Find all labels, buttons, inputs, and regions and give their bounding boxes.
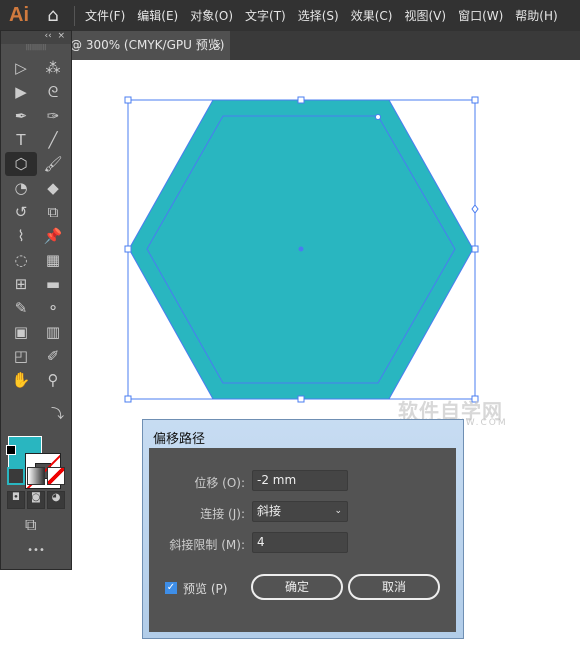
menu-help[interactable]: 帮助(H) [515,7,557,24]
gradient-icon[interactable] [27,467,45,485]
symbol-sprayer-tool-icon[interactable]: ▣ [5,320,37,344]
eyedropper-tool-icon[interactable]: ✎ [5,296,37,320]
joins-value: 斜接 [257,504,282,518]
close-icon[interactable]: × [213,31,222,60]
magic-wand-tool-icon[interactable]: ⁂ [37,56,69,80]
puppet-warp-tool-icon[interactable]: ⌇ [5,224,37,248]
type-tool-icon[interactable]: T [5,128,37,152]
document-tab[interactable]: @ 300% (CMYK/GPU 预览) × [64,31,230,60]
center-point [298,246,304,252]
swap-icon[interactable]: ⤵ [51,403,64,422]
app-logo: Ai [9,4,29,26]
miter-limit-input[interactable]: 4 [252,532,348,553]
draw-behind-icon[interactable]: ◙ [27,491,45,509]
curvature-tool-icon[interactable]: ✑ [37,104,69,128]
menu-effect[interactable]: 效果(C) [351,7,393,24]
menu-window[interactable]: 窗口(W) [458,7,503,24]
direct-selection-tool-icon[interactable]: ▶ [5,80,37,104]
grip-handle[interactable]: |||||||||| [1,44,71,54]
color-mode-row [7,467,65,485]
menu-view[interactable]: 视图(V) [404,7,446,24]
perspective-grid-tool-icon[interactable]: ▦ [37,248,69,272]
miter-label: 斜接限制 (M): [169,538,245,552]
menu-bar: Ai ⌂ 文件(F) 编辑(E) 对象(O) 文字(T) 选择(S) 效果(C)… [0,0,580,31]
hand-tool-icon[interactable]: ✋ [5,368,37,392]
collapse-icon[interactable]: ‹‹ [45,31,52,41]
none-icon[interactable] [47,467,65,485]
home-icon[interactable]: ⌂ [38,5,68,26]
offset-label: 位移 (O): [194,476,245,490]
cancel-button[interactable]: 取消 [348,574,440,600]
preview-checkbox[interactable]: ✓ [165,582,177,594]
divider [74,5,75,26]
draw-inside-icon[interactable]: ◕ [47,491,65,509]
menu-edit[interactable]: 编辑(E) [137,7,178,24]
gradient-tool-icon[interactable]: ▬ [37,272,69,296]
shaper-tool-icon[interactable]: ◔ [5,176,37,200]
line-tool-icon[interactable]: ╱ [37,128,69,152]
polygon-tool-icon[interactable]: ⬡ [5,152,37,176]
column-graph-tool-icon[interactable]: ▥ [37,320,69,344]
menu-select[interactable]: 选择(S) [298,7,339,24]
pen-tool-icon[interactable]: ✒ [5,104,37,128]
menu-type[interactable]: 文字(T) [245,7,286,24]
panel-header: ‹‹ × [1,31,71,44]
slice-tool-icon[interactable]: ✐ [37,344,69,368]
ok-button[interactable]: 确定 [251,574,343,600]
zoom-tool-icon[interactable]: ⚲ [37,368,69,392]
lasso-tool-icon[interactable]: ᘓ [37,80,69,104]
default-colors-icon[interactable] [6,445,16,455]
joins-select[interactable]: 斜接 ⌄ [252,501,348,522]
dialog-title: 偏移路径 [153,432,206,447]
menu-file[interactable]: 文件(F) [85,7,125,24]
offset-input[interactable]: -2 mm [252,470,348,491]
screen-mode-icon[interactable]: ⧉ [25,515,36,535]
preview-label: 预览 (P) [183,582,228,596]
document-tab-bar: @ 300% (CMYK/GPU 预览) × [0,31,580,60]
tab-title: @ 300% (CMYK/GPU 预览) [70,38,225,52]
shape-builder-tool-icon[interactable]: ◌ [5,248,37,272]
close-icon[interactable]: × [57,31,65,41]
offset-path-dialog: 偏移路径 位移 (O): -2 mm 连接 (J): 斜接 ⌄ 斜接限制 (M):… [142,419,464,639]
paintbrush-tool-icon[interactable]: 🖌 [37,152,69,176]
menu-object[interactable]: 对象(O) [190,7,233,24]
pin-tool-icon[interactable]: 📌 [37,224,69,248]
more-tools-icon[interactable]: ••• [1,545,71,556]
color-icon[interactable] [7,467,25,485]
joins-label: 连接 (J): [200,507,245,521]
eraser-tool-icon[interactable]: ◆ [37,176,69,200]
tools-panel: ‹‹ × |||||||||| ▷ ⁂ ▶ ᘓ ✒ ✑ T ╱ ⬡ 🖌 ◔ ◆ ↺ ⧉ ⌇ 📌 ◌ ▦ ⊞ ▬ ✎ ⚬ ▣ ▥… [0,30,72,570]
artboard-tool-icon[interactable]: ◰ [5,344,37,368]
draw-mode-row: ◘ ◙ ◕ [7,491,65,509]
chevron-down-icon: ⌄ [334,506,342,516]
scale-tool-icon[interactable]: ⧉ [37,200,69,224]
blend-tool-icon[interactable]: ⚬ [37,296,69,320]
draw-normal-icon[interactable]: ◘ [7,491,25,509]
mesh-tool-icon[interactable]: ⊞ [5,272,37,296]
rotate-tool-icon[interactable]: ↺ [5,200,37,224]
selection-tool-icon[interactable]: ▷ [5,56,37,80]
